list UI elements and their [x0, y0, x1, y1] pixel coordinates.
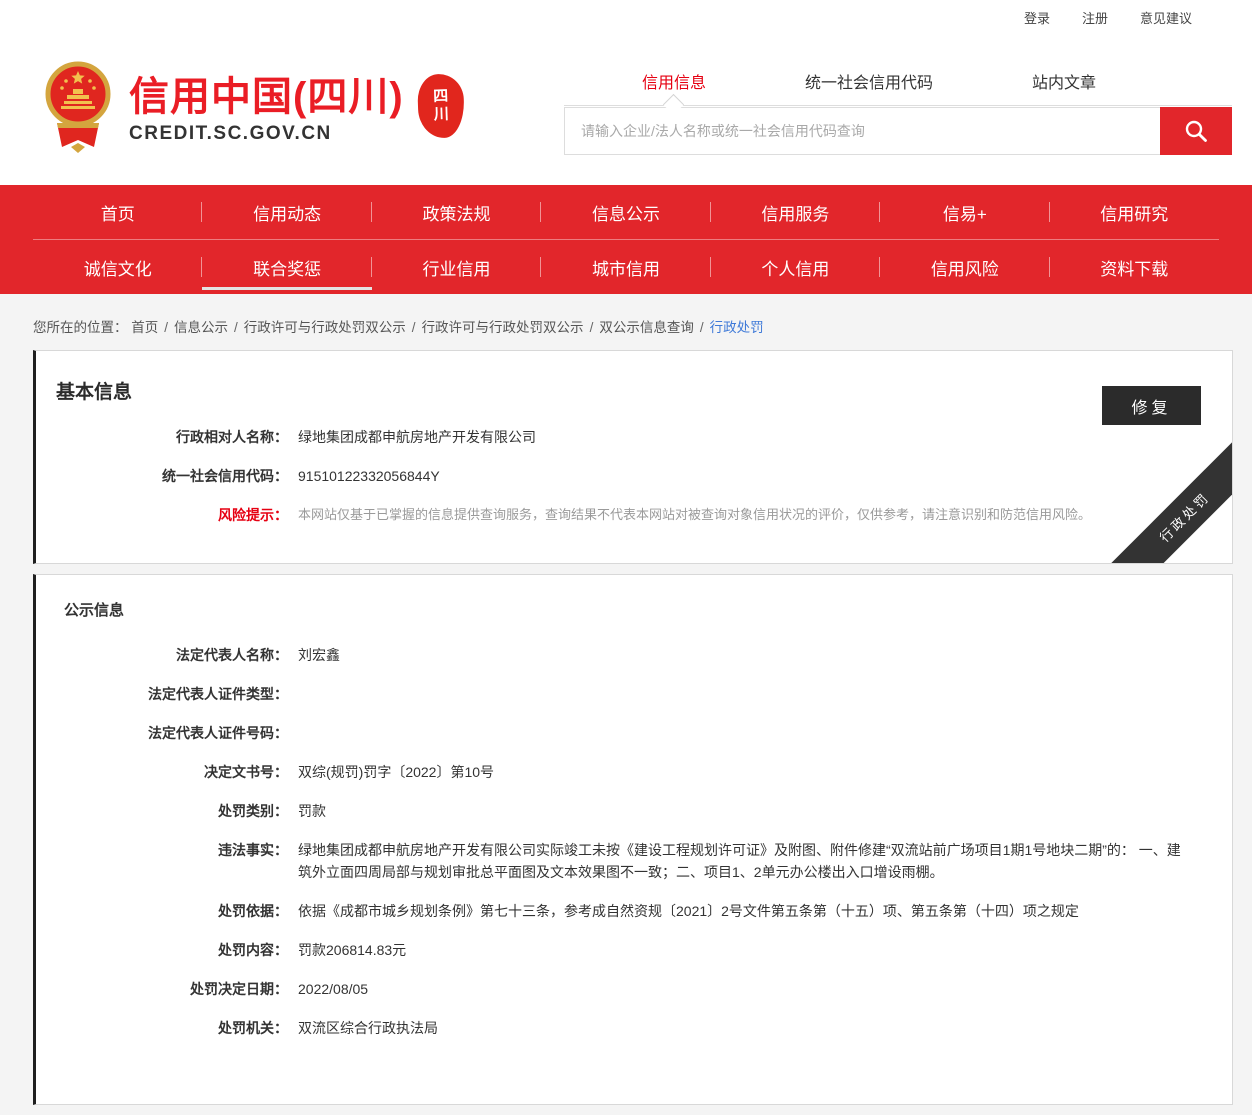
field-row-credit-code: 统一社会信用代码： 91510122332056844Y [36, 465, 1232, 487]
public-info-title: 公示信息 [64, 599, 1232, 620]
nav-item-home[interactable]: 首页 [33, 185, 202, 239]
field-value: 罚款206814.83元 [298, 939, 406, 961]
field-row-legal-rep-name: 法定代表人名称： 刘宏鑫 [36, 644, 1232, 666]
nav-row-2: 诚信文化 联合奖惩 行业信用 城市信用 个人信用 信用风险 资料下载 [0, 240, 1252, 294]
field-label: 处罚类别： [36, 800, 288, 822]
field-row-illegal-facts: 违法事实： 绿地集团成都申航房地产开发有限公司实际竣工未按《建设工程规划许可证》… [36, 839, 1232, 883]
basic-info-card: 基本信息 修复 行政相对人名称： 绿地集团成都申航房地产开发有限公司 统一社会信… [33, 350, 1233, 564]
sichuan-seal-icon: 四 川 [417, 73, 465, 139]
nav-item-credit-risk[interactable]: 信用风险 [880, 240, 1049, 294]
site-title: 信用中国(四川) [129, 75, 404, 119]
field-label: 处罚机关： [36, 1017, 288, 1039]
field-row-decision-doc-number: 决定文书号： 双综(规罚)罚字〔2022〕第10号 [36, 761, 1232, 783]
risk-text: 本网站仅基于已掌握的信息提供查询服务，查询结果不代表本网站对被查询对象信用状况的… [298, 504, 1091, 526]
public-info-card: 公示信息 法定代表人名称： 刘宏鑫 法定代表人证件类型： 法定代表人证件号码： … [33, 574, 1233, 1105]
search-block: 信用信息 统一社会信用代码 站内文章 [564, 65, 1232, 155]
risk-label: 风险提示： [36, 504, 288, 526]
tab-site-articles[interactable]: 站内文章 [1032, 69, 1096, 93]
nav-item-xinyi-plus[interactable]: 信易+ [880, 185, 1049, 239]
site-header: 信用中国(四川) CREDIT.SC.GOV.CN 四 川 信用信息 统一社会信… [0, 34, 1252, 185]
site-domain: CREDIT.SC.GOV.CN [129, 123, 404, 145]
nav-item-credit-services[interactable]: 信用服务 [711, 185, 880, 239]
repair-button[interactable]: 修复 [1102, 386, 1201, 425]
nav-item-integrity-culture[interactable]: 诚信文化 [33, 240, 202, 294]
nav-item-policies[interactable]: 政策法规 [372, 185, 541, 239]
breadcrumb: 您所在的位置： 首页/信息公示/行政许可与行政处罚双公示/行政许可与行政处罚双公… [33, 316, 1219, 336]
search-icon [1183, 118, 1209, 144]
field-value: 91510122332056844Y [298, 465, 440, 487]
field-row-penalty-authority: 处罚机关： 双流区综合行政执法局 [36, 1017, 1232, 1039]
field-value: 绿地集团成都申航房地产开发有限公司实际竣工未按《建设工程规划许可证》及附图、附件… [298, 839, 1188, 883]
nav-item-downloads[interactable]: 资料下载 [1050, 240, 1219, 294]
field-label: 法定代表人证件类型： [36, 683, 288, 705]
seal-char: 四 [433, 87, 449, 106]
feedback-link[interactable]: 意见建议 [1140, 8, 1192, 27]
breadcrumb-admin-penalty[interactable]: 行政处罚 [710, 320, 764, 335]
field-row-penalty-category: 处罚类别： 罚款 [36, 800, 1232, 822]
field-label: 处罚依据： [36, 900, 288, 922]
field-value: 双综(规罚)罚字〔2022〕第10号 [298, 761, 494, 783]
nav-item-credit-news[interactable]: 信用动态 [202, 185, 371, 239]
field-label: 处罚内容： [36, 939, 288, 961]
field-label: 法定代表人证件号码： [36, 722, 288, 744]
breadcrumb-prefix: 您所在的位置： [33, 320, 128, 335]
field-row-penalty-basis: 处罚依据： 依据《成都市城乡规划条例》第七十三条，参考成自然资规〔2021〕2号… [36, 900, 1232, 922]
field-value: 罚款 [298, 800, 326, 822]
national-emblem-logo [45, 59, 111, 161]
site-title-block: 信用中国(四川) CREDIT.SC.GOV.CN [129, 75, 404, 145]
login-link[interactable]: 登录 [1024, 8, 1050, 27]
register-link[interactable]: 注册 [1082, 8, 1108, 27]
field-value: 依据《成都市城乡规划条例》第七十三条，参考成自然资规〔2021〕2号文件第五条第… [298, 900, 1079, 922]
field-label: 处罚决定日期： [36, 978, 288, 1000]
page-bottom-gap [0, 1105, 1252, 1115]
search-tabs: 信用信息 统一社会信用代码 站内文章 [564, 65, 1232, 105]
breadcrumb-dual-disclosure-1[interactable]: 行政许可与行政处罚双公示 [244, 320, 406, 335]
search-input[interactable] [564, 107, 1160, 155]
field-row-penalty-decision-date: 处罚决定日期： 2022/08/05 [36, 978, 1232, 1000]
topbar: 登录 注册 意见建议 [0, 0, 1252, 34]
field-row-legal-rep-id-type: 法定代表人证件类型： [36, 683, 1232, 705]
field-row-risk-notice: 风险提示： 本网站仅基于已掌握的信息提供查询服务，查询结果不代表本网站对被查询对… [36, 504, 1232, 526]
search-button[interactable] [1160, 107, 1232, 155]
field-label: 法定代表人名称： [36, 644, 288, 666]
field-value: 双流区综合行政执法局 [298, 1017, 438, 1039]
nav-item-info-disclosure[interactable]: 信息公示 [541, 185, 710, 239]
breadcrumb-home[interactable]: 首页 [131, 320, 158, 335]
field-label: 行政相对人名称： [36, 426, 288, 448]
field-row-penalty-content: 处罚内容： 罚款206814.83元 [36, 939, 1232, 961]
field-row-legal-rep-id-number: 法定代表人证件号码： [36, 722, 1232, 744]
nav-item-industry-credit[interactable]: 行业信用 [372, 240, 541, 294]
nav-item-personal-credit[interactable]: 个人信用 [711, 240, 880, 294]
breadcrumb-dual-disclosure-2[interactable]: 行政许可与行政处罚双公示 [422, 320, 584, 335]
field-value: 刘宏鑫 [298, 644, 340, 666]
nav-item-city-credit[interactable]: 城市信用 [541, 240, 710, 294]
field-label: 违法事实： [36, 839, 288, 883]
tab-credit-info[interactable]: 信用信息 [642, 69, 706, 93]
field-value: 绿地集团成都申航房地产开发有限公司 [298, 426, 536, 448]
basic-info-title: 基本信息 [56, 377, 1232, 404]
nav-item-joint-rewards-punishments[interactable]: 联合奖惩 [202, 240, 371, 294]
breadcrumb-dual-disclosure-query[interactable]: 双公示信息查询 [599, 320, 694, 335]
field-label: 统一社会信用代码： [36, 465, 288, 487]
field-value: 2022/08/05 [298, 978, 368, 1000]
field-row-subject-name: 行政相对人名称： 绿地集团成都申航房地产开发有限公司 [36, 426, 1232, 448]
field-label: 决定文书号： [36, 761, 288, 783]
seal-char: 川 [433, 105, 449, 124]
nav-item-credit-research[interactable]: 信用研究 [1050, 185, 1219, 239]
nav-row-1: 首页 信用动态 政策法规 信息公示 信用服务 信易+ 信用研究 [0, 185, 1252, 239]
breadcrumb-info-disclosure[interactable]: 信息公示 [174, 320, 228, 335]
tab-unified-social-credit-code[interactable]: 统一社会信用代码 [805, 69, 933, 93]
main-nav: 首页 信用动态 政策法规 信息公示 信用服务 信易+ 信用研究 诚信文化 联合奖… [0, 185, 1252, 294]
tab-indicator-line [564, 105, 1232, 106]
